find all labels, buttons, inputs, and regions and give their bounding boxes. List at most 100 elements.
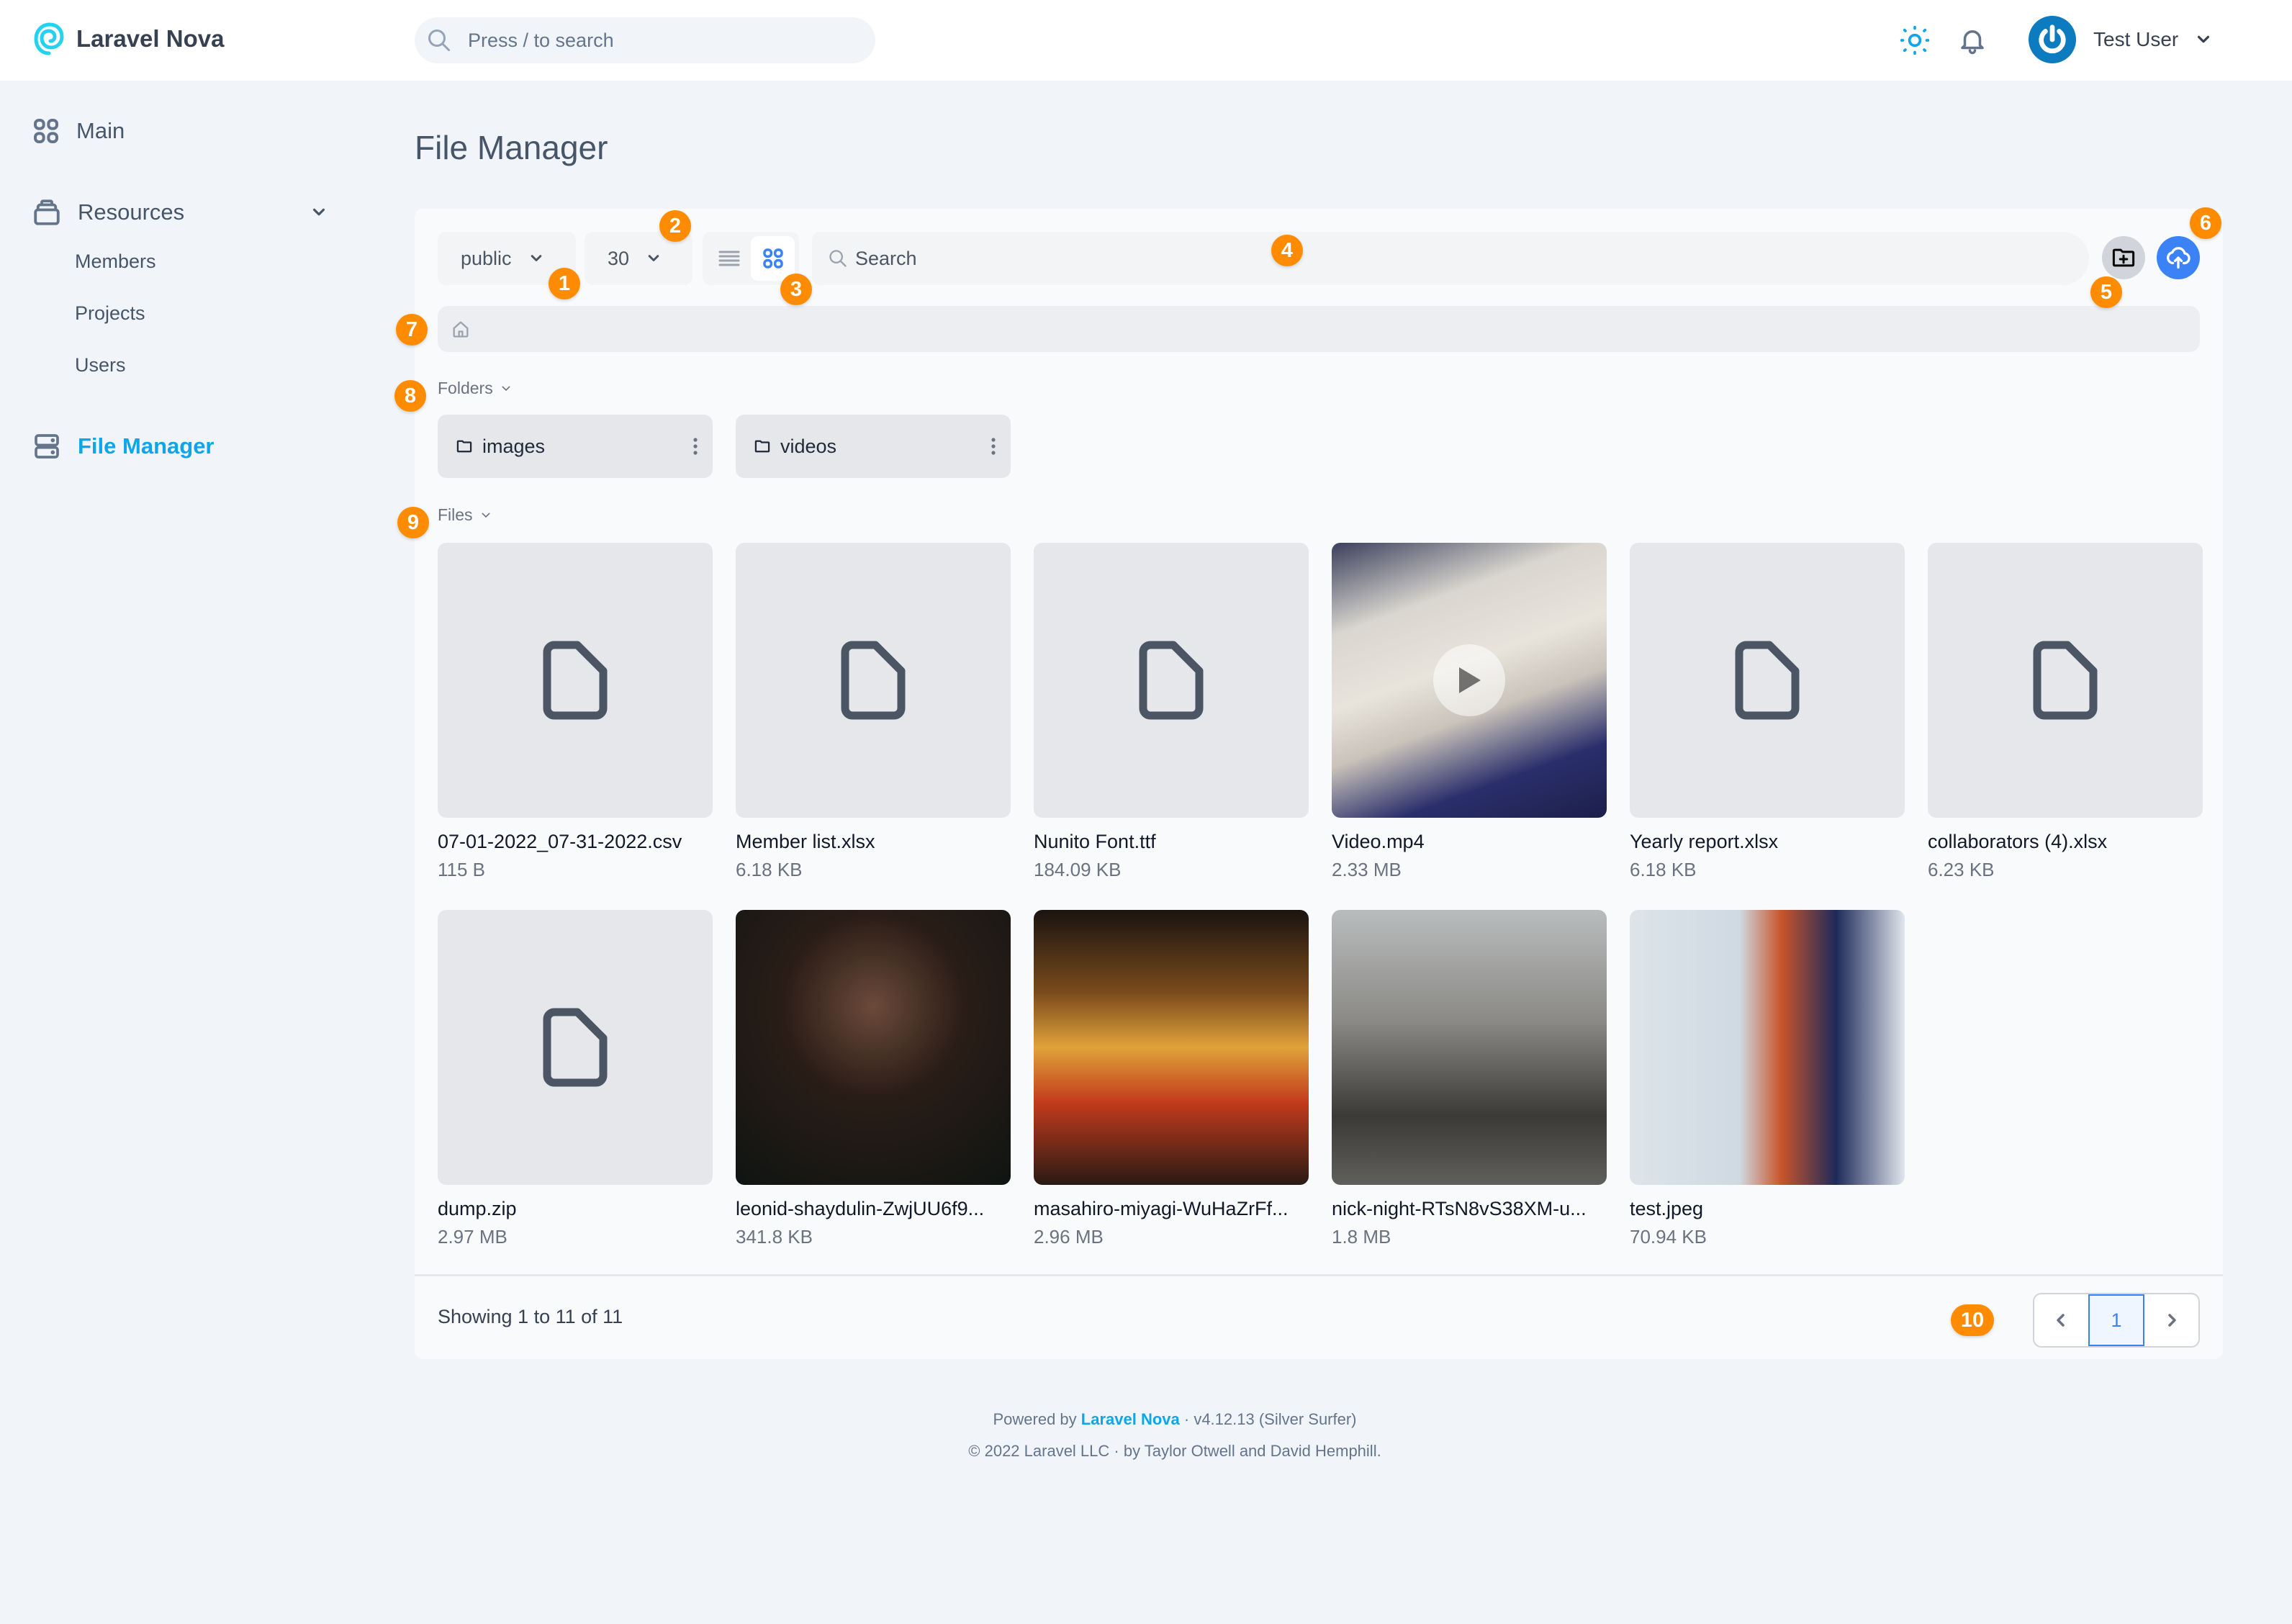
file-name: leonid-shaydulin-ZwjUU6f9...: [736, 1198, 985, 1219]
file-card[interactable]: dump.zip 2.97 MB: [438, 910, 713, 1248]
play-icon[interactable]: [1433, 644, 1505, 716]
more-vertical-icon[interactable]: [692, 437, 698, 456]
chevron-down-icon: [2198, 35, 2210, 43]
prev-page-button[interactable]: [2034, 1294, 2088, 1346]
file-card[interactable]: leonid-shaydulin-ZwjUU6f9... 341.8 KB: [736, 910, 1011, 1248]
file-name: 07-01-2022_07-31-2022.csv: [438, 831, 682, 852]
annotation-badge: 7: [396, 314, 428, 346]
sidebar-item-file-manager[interactable]: File Manager: [32, 432, 215, 461]
file-name: collaborators (4).xlsx: [1928, 831, 2108, 852]
next-page-button[interactable]: [2144, 1294, 2198, 1346]
sidebar-item-main[interactable]: Main: [32, 117, 125, 145]
top-header: Laravel Nova Press / to search Test User: [0, 0, 2292, 81]
theme-toggle-button[interactable]: [1898, 23, 1932, 58]
file-size: 6.18 KB: [1630, 859, 1697, 880]
file-icon: [1735, 641, 1800, 720]
folder-card[interactable]: videos: [736, 415, 1011, 478]
sidebar-item-label: Main: [76, 118, 125, 143]
annotation-badge: 4: [1271, 235, 1303, 266]
file-icon: [543, 1008, 608, 1087]
chevron-down-icon: [502, 386, 510, 391]
video-thumbnail: [1332, 543, 1607, 818]
file-thumbnail: [1034, 543, 1309, 818]
bell-icon: [1961, 30, 1984, 55]
chevron-down-icon[interactable]: [311, 204, 327, 220]
annotation-badge: 2: [659, 210, 691, 242]
global-search-input[interactable]: Press / to search: [415, 17, 875, 63]
file-size: 2.97 MB: [438, 1226, 507, 1248]
file-card[interactable]: 07-01-2022_07-31-2022.csv 115 B: [438, 543, 713, 881]
global-search-placeholder: Press / to search: [468, 29, 614, 51]
image-thumbnail: [1630, 910, 1905, 1185]
list-view-button[interactable]: [707, 236, 751, 281]
annotation-badge: 8: [394, 380, 426, 412]
file-name: Video.mp4: [1332, 831, 1425, 852]
file-card[interactable]: masahiro-miyagi-WuHaZrFf... 2.96 MB: [1034, 910, 1309, 1248]
page-button-current[interactable]: 1: [2088, 1294, 2145, 1346]
file-card[interactable]: test.jpeg 70.94 KB: [1630, 910, 1905, 1248]
file-name: Nunito Font.ttf: [1034, 831, 1156, 852]
files-section-toggle[interactable]: Files: [438, 505, 492, 525]
search-icon: [428, 30, 450, 51]
file-size: 6.23 KB: [1928, 859, 1995, 880]
breadcrumb: [438, 306, 2200, 352]
file-name: masahiro-miyagi-WuHaZrFf...: [1034, 1198, 1289, 1219]
archive-icon: [34, 199, 60, 225]
per-page-value: 30: [608, 247, 630, 269]
list-icon: [718, 251, 739, 266]
pagination-summary: Showing 1 to 11 of 11: [438, 1306, 623, 1327]
home-icon[interactable]: [451, 319, 471, 339]
folder-card[interactable]: images: [438, 415, 713, 478]
footer-powered-by: Powered by: [993, 1410, 1077, 1428]
folder-icon: [754, 440, 770, 453]
file-card[interactable]: Video.mp4 2.33 MB: [1332, 543, 1607, 881]
file-thumbnail: [1928, 543, 2203, 818]
image-thumbnail: [736, 910, 1011, 1185]
sidebar-item-members[interactable]: Members: [75, 251, 156, 273]
file-manager-panel: public 30 Search Folders images videos F…: [394, 207, 2223, 1359]
file-name: Member list.xlsx: [736, 831, 875, 852]
file-icon: [543, 641, 608, 720]
file-card[interactable]: Nunito Font.ttf 184.09 KB: [1034, 543, 1309, 881]
image-thumbnail: [1332, 910, 1607, 1185]
annotation-badge: 10: [1951, 1304, 1994, 1336]
sidebar-item-projects[interactable]: Projects: [75, 302, 145, 325]
file-card[interactable]: Member list.xlsx 6.18 KB: [736, 543, 1011, 881]
app-name: Laravel Nova: [76, 25, 225, 52]
user-menu[interactable]: Test User: [2029, 16, 2211, 63]
folder-plus-icon: [2112, 248, 2135, 267]
notifications-button[interactable]: [1955, 23, 1990, 58]
grid-icon: [762, 248, 783, 269]
sidebar-item-label: Resources: [78, 199, 185, 225]
view-mode-toggle: [703, 232, 799, 285]
annotation-badge: 5: [2090, 276, 2122, 308]
file-card[interactable]: Yearly report.xlsx 6.18 KB: [1630, 543, 1905, 881]
sidebar-item-resources[interactable]: Resources: [32, 197, 327, 227]
pagination: 1: [2033, 1293, 2200, 1348]
folders-section-toggle[interactable]: Folders: [438, 379, 512, 398]
more-vertical-icon[interactable]: [991, 437, 996, 456]
app-logo[interactable]: Laravel Nova: [33, 22, 224, 56]
folder-icon: [456, 440, 472, 453]
sun-icon: [1900, 25, 1930, 55]
footer-nova-link[interactable]: Laravel Nova: [1081, 1410, 1180, 1428]
nova-logo-icon: [34, 22, 64, 55]
sidebar-item-users[interactable]: Users: [75, 354, 126, 376]
file-search-placeholder: Search: [855, 247, 917, 269]
grid-view-button[interactable]: [751, 236, 795, 281]
image-thumbnail: [1034, 910, 1309, 1185]
file-search-input[interactable]: Search: [812, 232, 2089, 285]
chevron-down-icon: [482, 513, 490, 518]
cloud-upload-icon: [2166, 247, 2191, 269]
file-icon: [841, 641, 906, 720]
file-card[interactable]: nick-night-RTsN8vS38XM-u... 1.8 MB: [1332, 910, 1607, 1248]
upload-button[interactable]: [2157, 236, 2200, 279]
file-size: 70.94 KB: [1630, 1226, 1707, 1248]
folder-name: videos: [780, 435, 837, 457]
server-icon: [35, 434, 59, 459]
chevron-right-icon: [2167, 1314, 2176, 1327]
file-card[interactable]: collaborators (4).xlsx 6.23 KB: [1928, 543, 2203, 881]
page-title: File Manager: [415, 129, 608, 166]
files-label: Files: [438, 505, 473, 524]
create-folder-button[interactable]: [2102, 236, 2145, 279]
